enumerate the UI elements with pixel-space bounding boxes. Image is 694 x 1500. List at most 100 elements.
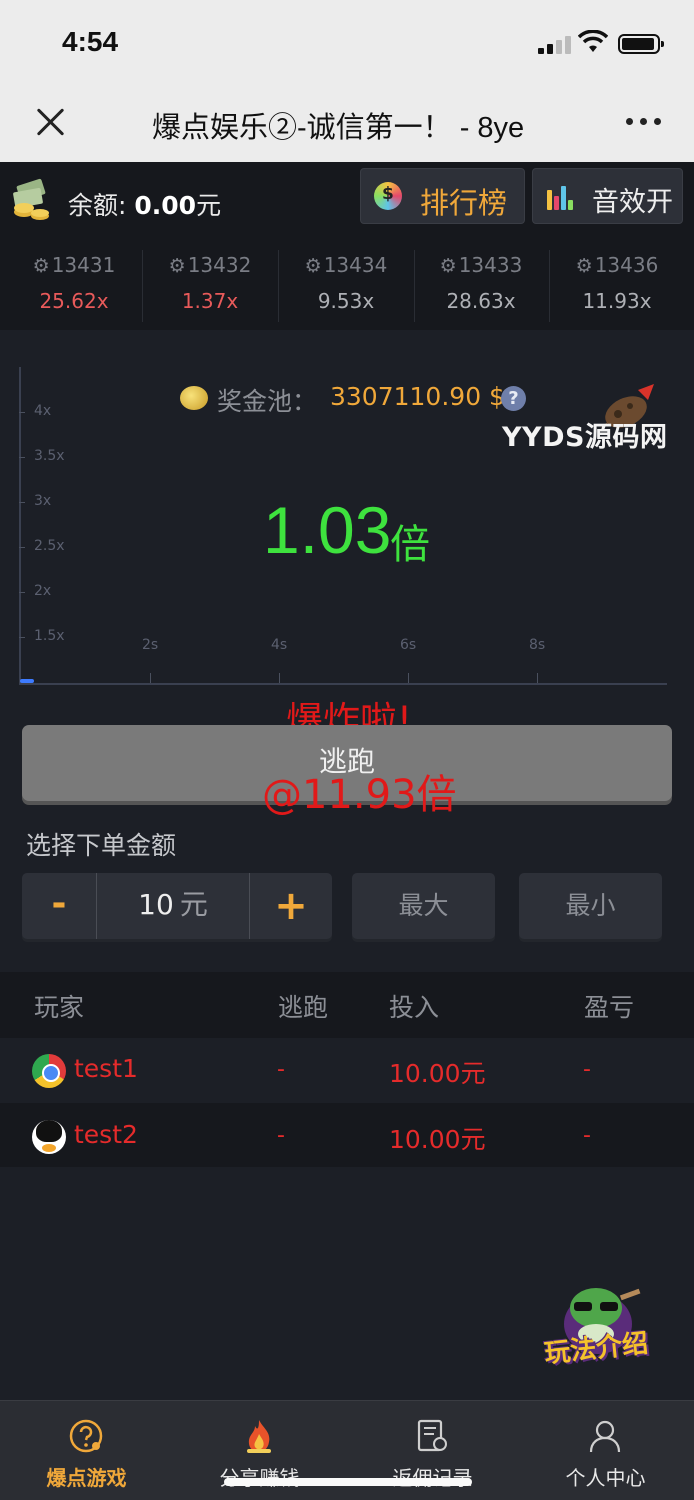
round-id: ⚙ 13433 (413, 250, 549, 281)
tab-profile-label: 个人中心 (565, 1466, 646, 1490)
round-id: ⚙ 13434 (278, 250, 414, 281)
avatar (32, 1120, 66, 1154)
round-id: ⚙ 13432 (142, 250, 278, 281)
x-tick-label: 8s (529, 637, 546, 653)
history-item: ⚙ 13431 25.62x (6, 250, 142, 322)
gear-icon: ⚙ (32, 255, 50, 277)
round-id: ⚙ 13431 (6, 250, 142, 281)
y-tick-label: 4x (34, 403, 52, 419)
round-multiplier: 9.53x (317, 289, 375, 313)
round-multiplier: 11.93x (582, 289, 652, 313)
signal-icon (538, 34, 572, 54)
history-item: ⚙ 13434 9.53x (278, 250, 414, 322)
history-item: ⚙ 13432 1.37x (142, 250, 278, 322)
max-bet-button[interactable]: 最大 (352, 873, 495, 939)
y-tick-label: 3x (34, 493, 52, 509)
balance-display: 余额: 0.00元 (68, 186, 221, 222)
document-icon (417, 1419, 447, 1452)
balance-label: 余额: (68, 191, 127, 220)
battery-icon (618, 34, 664, 54)
leaderboard-icon (374, 182, 402, 210)
chart-curve (20, 679, 34, 683)
column-player: 玩家 (34, 993, 85, 1022)
balance-unit: 元 (196, 191, 222, 220)
history-item: ⚙ 13436 11.93x (549, 250, 685, 322)
tab-commission-label: 返佣记录 (346, 1462, 519, 1491)
x-tick-mark (408, 673, 409, 683)
round-id-value: 13431 (51, 253, 116, 277)
fire-icon (247, 1420, 271, 1453)
y-tick-label: 2.5x (34, 538, 65, 554)
y-tick-label: 2x (34, 583, 52, 599)
close-icon[interactable] (34, 106, 66, 138)
status-time: 4:54 (62, 26, 119, 57)
money-icon (13, 178, 49, 220)
bet-value: 10.00元 (389, 1125, 486, 1154)
sound-toggle-label: 音效开 (592, 187, 673, 218)
x-tick-mark (537, 673, 538, 683)
tab-game[interactable]: 爆点游戏 (0, 1400, 173, 1500)
bet-value: 10.00元 (389, 1059, 486, 1088)
x-tick-label: 2s (142, 637, 159, 653)
profit-value: - (583, 1057, 591, 1082)
multiplier-unit: 倍 (390, 522, 430, 568)
y-tick-mark (19, 637, 25, 638)
decrease-button[interactable]: - (22, 873, 96, 939)
crash-point: @11.93倍 (262, 772, 457, 818)
chart-x-axis (19, 683, 667, 685)
watermark-text: YYDS源码网 (502, 422, 668, 453)
home-indicator (224, 1478, 472, 1486)
coin-icon (180, 386, 208, 410)
question-circle-icon (69, 1419, 103, 1453)
increase-button[interactable]: + (250, 873, 332, 939)
y-tick-mark (19, 592, 25, 593)
leaderboard-label: 排行榜 (420, 186, 508, 220)
round-id: ⚙ 13436 (549, 250, 685, 281)
player-name: test1 (74, 1054, 138, 1083)
y-tick-mark (19, 457, 25, 458)
column-escape: 逃跑 (278, 993, 329, 1022)
tab-share-label: 分享赚钱 (173, 1462, 346, 1491)
x-tick-label: 4s (271, 637, 288, 653)
player-name: test2 (74, 1120, 138, 1149)
bet-amount-unit: 元 (179, 888, 208, 921)
avatar (32, 1054, 66, 1088)
x-tick-label: 6s (400, 637, 417, 653)
balance-value: 0.00 (134, 191, 197, 220)
tab-profile[interactable]: 个人中心 (519, 1400, 692, 1500)
column-bet: 投入 (389, 993, 440, 1022)
equalizer-icon (547, 184, 575, 210)
wifi-icon (578, 30, 608, 52)
bet-amount-value: 10 (138, 888, 174, 921)
gear-icon: ⚙ (439, 255, 457, 277)
bet-amount-input[interactable]: 10 元 (97, 873, 249, 939)
gear-icon: ⚙ (575, 255, 593, 277)
x-tick-mark (279, 673, 280, 683)
prize-pool-value: 3307110.90 $ (330, 382, 505, 411)
round-multiplier: 1.37x (181, 289, 239, 313)
gear-icon: ⚙ (304, 255, 322, 277)
column-profit: 盈亏 (584, 993, 635, 1022)
y-tick-label: 3.5x (34, 448, 65, 464)
bet-amount-label: 选择下单金额 (26, 831, 177, 860)
gear-icon: ⚙ (168, 255, 186, 277)
round-id-value: 13432 (187, 253, 252, 277)
tab-game-label: 爆点游戏 (46, 1466, 127, 1490)
round-id-value: 13433 (458, 253, 523, 277)
history-item: ⚙ 13433 28.63x (413, 250, 549, 322)
more-icon[interactable] (626, 118, 662, 126)
y-tick-mark (19, 502, 25, 503)
round-id-value: 13434 (323, 253, 388, 277)
round-id-value: 13436 (594, 253, 659, 277)
help-icon[interactable]: ? (501, 386, 526, 411)
min-bet-button[interactable]: 最小 (519, 873, 662, 939)
current-multiplier: 1.03 (263, 493, 392, 567)
page-title: 爆点娱乐②-诚信第一！ - 8ye (152, 112, 525, 144)
profit-value: - (583, 1123, 591, 1148)
y-tick-mark (19, 547, 25, 548)
round-multiplier: 28.63x (446, 289, 516, 313)
user-icon (589, 1420, 621, 1453)
escape-value: - (277, 1123, 285, 1148)
x-tick-mark (150, 673, 151, 683)
y-tick-mark (19, 412, 25, 413)
